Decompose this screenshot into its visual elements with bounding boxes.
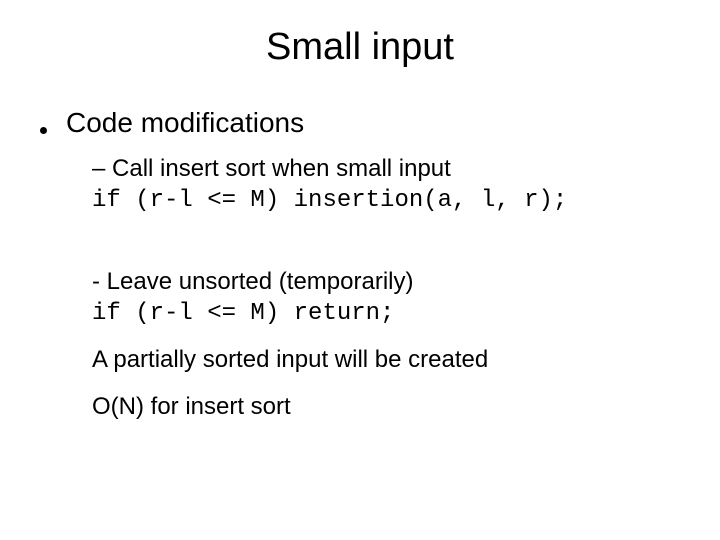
sub-block-2: Leave unsorted (temporarily) if (r-l <= … <box>40 266 680 331</box>
slide-title: Small input <box>0 0 720 89</box>
level1-text: Code modifications <box>66 107 304 139</box>
sub2-heading: Leave unsorted (temporarily) <box>92 266 680 298</box>
sub2-code: if (r-l <= M) return; <box>92 298 680 330</box>
bullet-dot-icon <box>40 107 66 143</box>
note-line-1: A partially sorted input will be created <box>40 341 680 378</box>
bullet-level1: Code modifications <box>40 107 680 143</box>
slide-body: Code modifications Call insert sort when… <box>0 107 720 425</box>
sub-block-1: Call insert sort when small input if (r-… <box>40 153 680 218</box>
spacer <box>40 218 680 266</box>
sub1-heading: Call insert sort when small input <box>92 153 680 185</box>
sub1-code: if (r-l <= M) insertion(a, l, r); <box>92 185 680 217</box>
note-line-2: O(N) for insert sort <box>40 388 680 425</box>
slide: Small input Code modifications Call inse… <box>0 0 720 540</box>
